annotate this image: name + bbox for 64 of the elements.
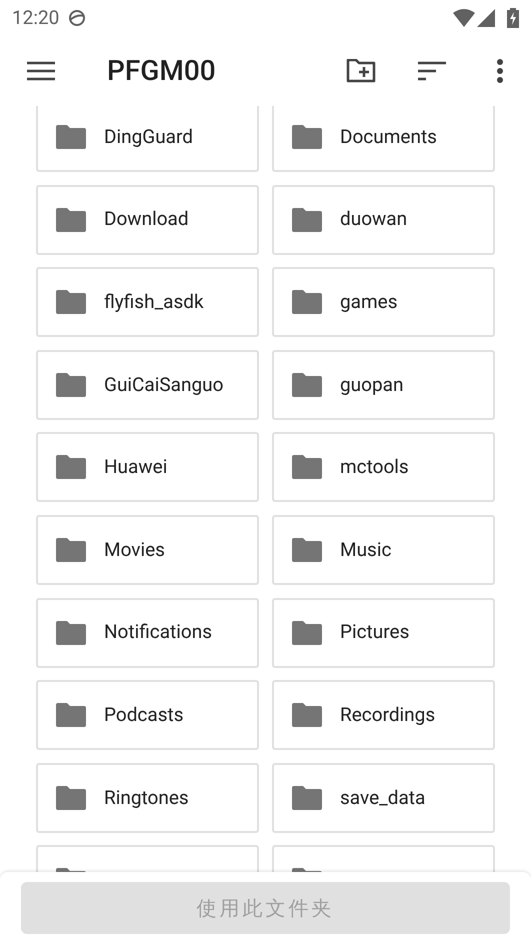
folder-name: DingGuard [104, 124, 193, 150]
folder-icon [56, 786, 86, 810]
folder-icon [56, 372, 86, 397]
folder-card[interactable]: Movies [36, 514, 259, 585]
folder-card[interactable]: Ringtones [36, 762, 259, 833]
folder-name: Podcasts [104, 702, 184, 728]
folder-card[interactable]: Notifications [36, 598, 259, 668]
folder-name: Ringtones [104, 784, 189, 810]
folder-icon [56, 208, 86, 232]
menu-icon[interactable] [27, 61, 55, 81]
folder-card[interactable]: Pictures [272, 598, 495, 668]
folder-card[interactable]: GuiCaiSanguo [36, 350, 259, 420]
globe-icon [67, 8, 88, 28]
folder-card[interactable]: games [272, 267, 495, 338]
folder-card[interactable]: Documents [272, 106, 495, 172]
folder-card[interactable]: guopan [272, 350, 495, 420]
folder-icon [292, 620, 322, 645]
folder-card[interactable]: DingGuard [36, 106, 259, 172]
folder-card[interactable]: duowan [272, 184, 495, 255]
folder-name: save_data [340, 784, 426, 810]
folder-name: mctools [340, 454, 409, 480]
folder-name: Movies [104, 536, 165, 563]
folder-name: Huawei [104, 454, 168, 480]
status-time: 12:20 [12, 4, 60, 31]
folder-name: Documents [340, 124, 437, 150]
folder-name: Pictures [340, 619, 410, 646]
folder-name: Music [340, 536, 392, 563]
battery-icon [507, 8, 519, 28]
new-folder-icon[interactable] [346, 59, 376, 83]
folder-name: flyfish_asdk [104, 288, 204, 315]
folder-card[interactable]: Download [36, 184, 259, 255]
folder-card[interactable]: Podcasts [36, 680, 259, 750]
folder-icon [56, 455, 86, 480]
folder-name: Recordings [340, 702, 436, 728]
folder-icon [292, 703, 322, 728]
folder-icon [56, 125, 86, 149]
folder-icon [292, 786, 322, 810]
folder-name: Download [104, 206, 189, 232]
folder-icon [292, 208, 322, 232]
more-icon[interactable] [496, 59, 504, 83]
signal-icon [477, 9, 495, 27]
folder-card[interactable]: Huawei [36, 432, 259, 502]
folder-name: guopan [340, 372, 404, 398]
toolbar-title: PFGM00 [107, 53, 216, 89]
folder-name: games [340, 288, 398, 315]
wifi-icon [453, 9, 475, 27]
folder-icon [292, 538, 322, 562]
folder-name: Notifications [104, 619, 212, 646]
folder-name: duowan [340, 206, 408, 232]
folder-card[interactable]: save_data [272, 762, 495, 833]
folder-icon [292, 455, 322, 480]
folder-icon [292, 125, 322, 149]
folder-icon [56, 620, 86, 645]
sort-icon[interactable] [418, 61, 446, 81]
folder-icon [56, 538, 86, 562]
folder-card[interactable]: Music [272, 514, 495, 585]
folder-card[interactable]: flyfish_asdk [36, 267, 259, 338]
folder-icon [292, 372, 322, 397]
folder-icon [56, 290, 86, 314]
folder-card[interactable]: Recordings [272, 680, 495, 750]
folder-icon [56, 703, 86, 728]
folder-icon [292, 290, 322, 314]
folder-name: GuiCaiSanguo [104, 372, 224, 398]
folder-card[interactable]: mctools [272, 432, 495, 502]
